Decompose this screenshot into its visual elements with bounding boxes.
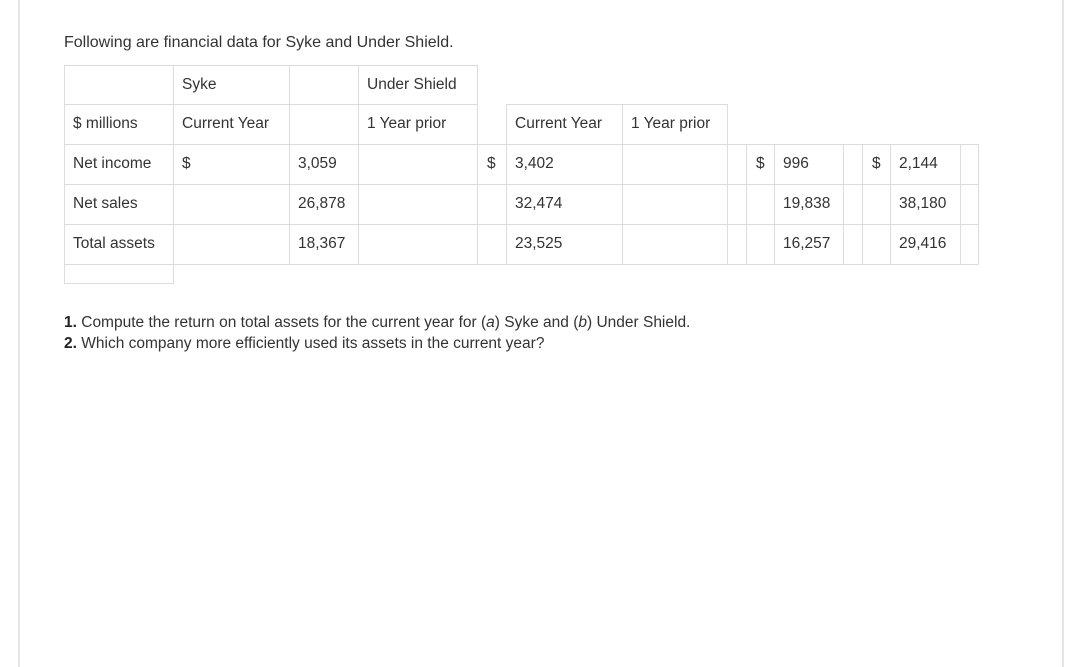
row-label: Net sales bbox=[64, 184, 174, 225]
empty-cell bbox=[727, 224, 747, 265]
question-1-a: a bbox=[486, 314, 495, 331]
us-current-dollar-sign bbox=[477, 224, 507, 265]
syke-current-value: 18,367 bbox=[289, 224, 359, 265]
empty-cell bbox=[960, 184, 979, 225]
syke-current-dollar-sign: $ bbox=[173, 144, 290, 185]
us-current-value: 3,402 bbox=[506, 144, 623, 185]
syke-current-value: 3,059 bbox=[289, 144, 359, 185]
empty-cell bbox=[622, 144, 728, 185]
header-under-shield: Under Shield bbox=[358, 65, 478, 105]
header-syke: Syke bbox=[173, 65, 290, 105]
us-prior-dollar-sign bbox=[862, 224, 891, 265]
us-prior-value: 2,144 bbox=[890, 144, 961, 185]
empty-cell bbox=[843, 144, 863, 185]
syke-current-dollar-sign bbox=[173, 224, 290, 265]
header-syke-current-year: Current Year bbox=[173, 104, 290, 145]
empty-cell bbox=[727, 184, 747, 225]
empty-cell bbox=[358, 144, 478, 185]
question-1: 1. Compute the return on total assets fo… bbox=[64, 312, 690, 333]
page-frame-right bbox=[1062, 0, 1064, 667]
question-1-text-mid: ) Syke and ( bbox=[494, 314, 579, 331]
syke-prior-value: 996 bbox=[774, 144, 844, 185]
syke-prior-value: 19,838 bbox=[774, 184, 844, 225]
us-current-dollar-sign: $ bbox=[477, 144, 507, 185]
row-label: Net income bbox=[64, 144, 174, 185]
question-1-text-end: ) Under Shield. bbox=[586, 314, 691, 331]
us-current-value: 23,525 bbox=[506, 224, 623, 265]
row-label: Total assets bbox=[64, 224, 174, 265]
header-units: $ millions bbox=[64, 104, 174, 145]
page-frame-left bbox=[18, 0, 20, 667]
syke-prior-dollar-sign bbox=[746, 224, 775, 265]
header-empty-cell bbox=[477, 104, 507, 145]
intro-text: Following are financial data for Syke an… bbox=[64, 34, 454, 51]
us-current-dollar-sign bbox=[477, 184, 507, 225]
empty-cell bbox=[358, 224, 478, 265]
us-prior-dollar-sign bbox=[862, 184, 891, 225]
questions: 1. Compute the return on total assets fo… bbox=[64, 312, 690, 354]
syke-prior-dollar-sign: $ bbox=[746, 144, 775, 185]
question-2: 2. Which company more efficiently used i… bbox=[64, 333, 690, 354]
question-2-number: 2. bbox=[64, 335, 77, 352]
syke-current-dollar-sign bbox=[173, 184, 290, 225]
syke-prior-value: 16,257 bbox=[774, 224, 844, 265]
header-syke-1-year-prior: 1 Year prior bbox=[358, 104, 478, 145]
question-1-text: Compute the return on total assets for t… bbox=[76, 314, 487, 331]
question-1-number: 1. bbox=[64, 314, 77, 331]
syke-prior-dollar-sign bbox=[746, 184, 775, 225]
empty-cell bbox=[358, 184, 478, 225]
empty-cell bbox=[843, 184, 863, 225]
us-prior-value: 29,416 bbox=[890, 224, 961, 265]
header-empty-cell bbox=[289, 104, 359, 145]
question-2-text: Which company more efficiently used its … bbox=[76, 335, 545, 352]
us-current-value: 32,474 bbox=[506, 184, 623, 225]
header-empty-cell bbox=[64, 65, 174, 105]
empty-cell bbox=[960, 144, 979, 185]
header-empty-cell bbox=[289, 65, 359, 105]
empty-cell bbox=[622, 224, 728, 265]
us-prior-dollar-sign: $ bbox=[862, 144, 891, 185]
header-us-1-year-prior: 1 Year prior bbox=[622, 104, 728, 145]
empty-cell bbox=[727, 144, 747, 185]
empty-cell bbox=[622, 184, 728, 225]
us-prior-value: 38,180 bbox=[890, 184, 961, 225]
question-1-b: b bbox=[578, 314, 587, 331]
empty-cell bbox=[960, 224, 979, 265]
table-footer-empty-cell bbox=[64, 264, 174, 284]
empty-cell bbox=[843, 224, 863, 265]
syke-current-value: 26,878 bbox=[289, 184, 359, 225]
header-us-current-year: Current Year bbox=[506, 104, 623, 145]
